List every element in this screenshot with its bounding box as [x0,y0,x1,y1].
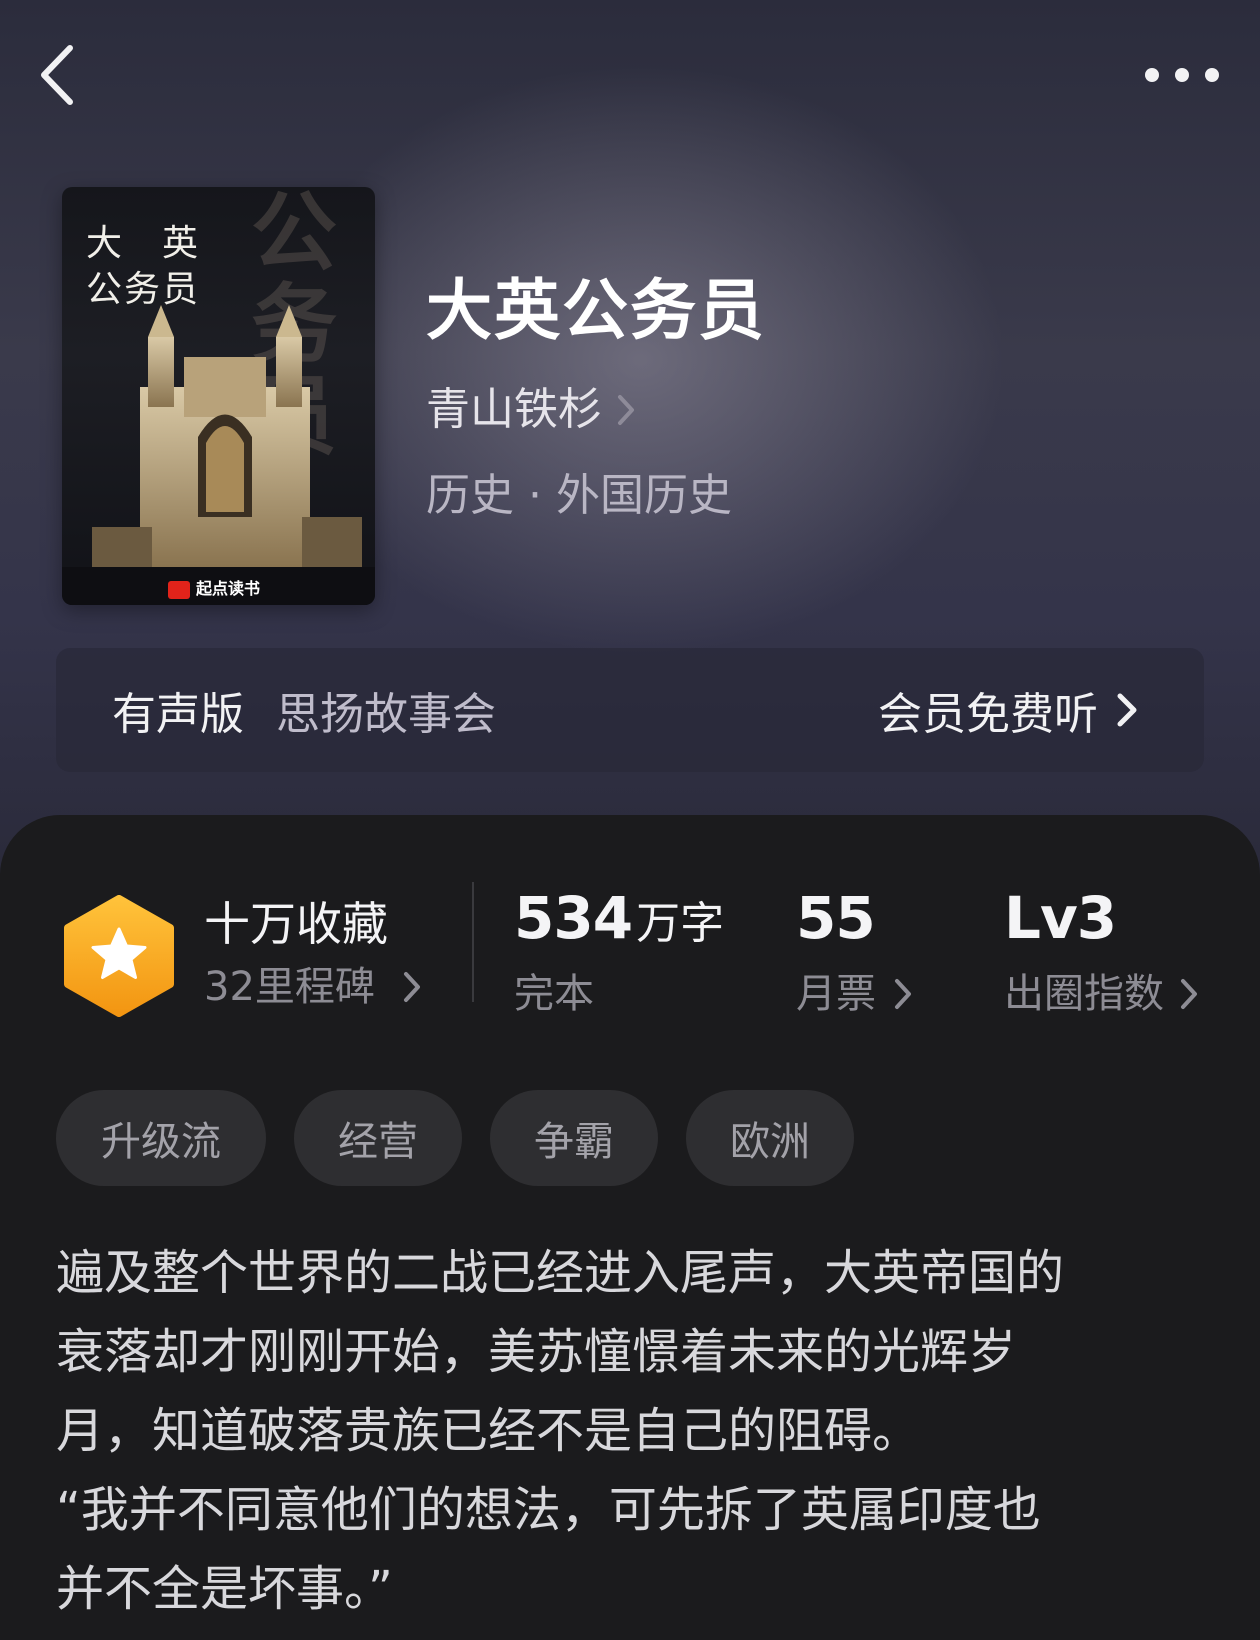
member-free-listen-label: 会员免费听 [878,689,1098,740]
chevron-right-icon [618,395,634,425]
collect-milestone-title: 十万收藏 [204,897,388,951]
book-synopsis[interactable]: 遍及整个世界的二战已经进入尾声，大英帝国的 衰落却才刚刚开始，美苏憧憬着未来的光… [56,1234,1216,1629]
tag-chip[interactable]: 争霸 [490,1090,658,1186]
tag-chip[interactable]: 欧洲 [686,1090,854,1186]
member-free-listen-button[interactable]: 会员免费听 [878,648,1140,772]
star-hexagon-icon [64,895,174,1017]
stats-divider [472,882,474,1002]
cathedral-illustration [62,305,375,605]
word-count: 534万字 [514,884,725,952]
author-link[interactable]: 青山铁杉 [426,380,636,440]
milestone-label: 32里程碑 [204,964,375,1010]
tag-chip[interactable]: 升级流 [56,1090,266,1186]
monthly-votes-link[interactable]: 月票 [796,967,914,1021]
author-name: 青山铁杉 [426,384,602,435]
back-button[interactable] [30,40,90,110]
monthly-votes-count: 55 [796,884,876,952]
book-cover[interactable]: 公务员 大 英 公务员 起点读书 [62,187,375,605]
popularity-level: Lv3 [1004,884,1117,952]
popularity-index-label: 出圈指数 [1004,971,1164,1017]
brand-logo-icon [168,580,190,599]
audio-label: 有声版 [112,689,244,740]
chevron-right-icon [1117,693,1137,727]
chevron-right-icon [895,979,911,1009]
chevron-right-icon [1181,979,1197,1009]
monthly-votes-label: 月票 [796,971,876,1017]
completion-status: 完本 [514,971,594,1017]
book-title: 大英公务员 [426,271,766,349]
more-button[interactable] [1140,50,1230,100]
audio-version-bar[interactable]: 有声版 思扬故事会 会员免费听 [56,648,1204,772]
chevron-left-icon [41,45,73,105]
audio-narrator: 思扬故事会 [276,689,496,740]
cover-brand: 起点读书 [168,575,260,599]
tag-chip[interactable]: 经营 [294,1090,462,1186]
milestone-link[interactable]: 32里程碑 [204,960,423,1014]
tag-list: 升级流 经营 争霸 欧洲 [56,1090,882,1186]
popularity-index-link[interactable]: 出圈指数 [1004,967,1200,1021]
genre-label: 历史 · 外国历史 [426,470,732,521]
chevron-right-icon [403,972,420,1002]
more-dots-icon [1145,68,1219,82]
